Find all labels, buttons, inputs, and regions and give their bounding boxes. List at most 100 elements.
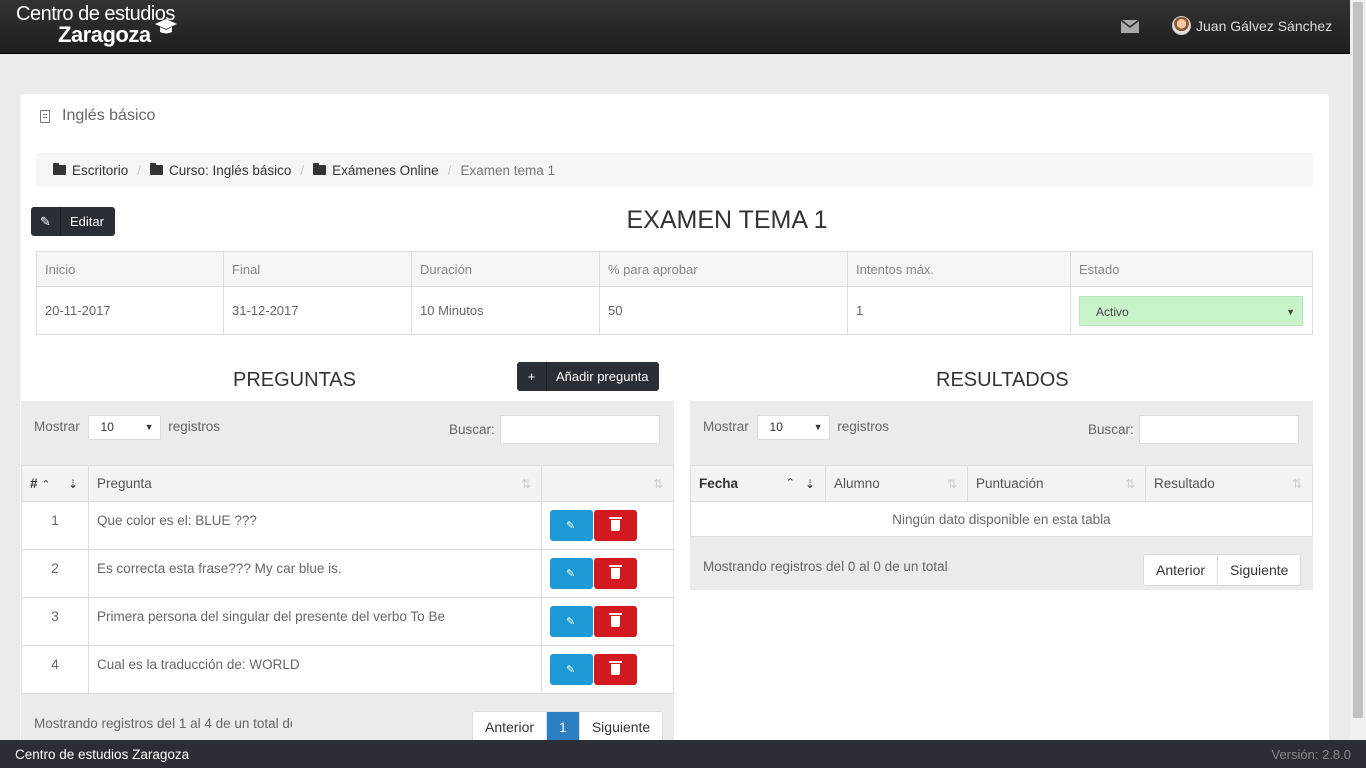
results-search-input[interactable] <box>1139 415 1299 444</box>
value-final: 31-12-2017 <box>223 286 412 335</box>
col-inicio: Inicio <box>36 251 224 287</box>
value-inicio: 20-11-2017 <box>36 286 224 335</box>
trash-icon <box>609 565 622 579</box>
edit-question-button[interactable]: ✎ <box>550 654 593 685</box>
next-page-button[interactable]: Siguiente <box>1218 555 1300 585</box>
edit-question-button[interactable]: ✎ <box>550 606 593 637</box>
table-row: 4 Cual es la traducción de: WORLD ✎ <box>21 645 674 694</box>
value-intentos: 1 <box>847 286 1071 335</box>
header-puntuacion[interactable]: Puntuación ⇅ <box>967 465 1146 502</box>
questions-search-label: Buscar: <box>449 422 495 437</box>
questions-table: # ⌃ ⇣ Pregunta ⇅ ⇅ 1 Que color es el: BLUE… <box>21 465 674 694</box>
user-name: Juan Gálvez Sánchez <box>1196 17 1333 34</box>
breadcrumb-curso[interactable]: Curso: Inglés básico <box>150 163 291 178</box>
folder-icon <box>150 163 164 175</box>
table-row: 1 Que color es el: BLUE ??? ✎ <box>21 501 674 550</box>
question-text: Primera persona del singular del present… <box>88 597 542 646</box>
header-question[interactable]: Pregunta ⇅ <box>88 465 542 502</box>
page-1-button[interactable]: 1 <box>547 712 580 742</box>
show-label: Mostrar <box>703 419 749 435</box>
value-aprobar: 50 <box>599 286 848 335</box>
scrollbar[interactable] <box>1350 0 1366 740</box>
folder-icon <box>313 163 327 175</box>
records-label: registros <box>168 419 221 435</box>
questions-length: Mostrar 10 ▼ registros <box>34 415 220 440</box>
caret-down-icon: ▼ <box>144 422 154 432</box>
pencil-icon: ✎ <box>566 616 576 628</box>
next-page-button[interactable]: Siguiente <box>580 712 662 742</box>
col-aprobar: % para aprobar <box>599 251 848 287</box>
status-select[interactable]: Activo ▼ <box>1079 295 1303 326</box>
prev-page-button[interactable]: Anterior <box>473 712 548 742</box>
col-estado: Estado <box>1070 251 1313 287</box>
scrollbar-thumb[interactable] <box>1353 2 1363 718</box>
question-text: Es correcta esta frase??? My car blue is… <box>88 549 542 598</box>
header-resultado-label: Resultado <box>1154 476 1215 491</box>
mail-icon[interactable] <box>1121 20 1139 33</box>
delete-question-button[interactable] <box>594 510 637 541</box>
folder-icon <box>53 163 66 175</box>
results-page-size-select[interactable]: 10 ▼ <box>756 415 830 440</box>
sort-icon: ⇅ <box>946 477 957 491</box>
header-resultado[interactable]: Resultado ⇅ <box>1145 465 1313 502</box>
header-actions[interactable]: ⇅ <box>541 465 674 502</box>
document-icon <box>40 109 50 123</box>
prev-page-button[interactable]: Anterior <box>1144 555 1219 585</box>
header-fecha[interactable]: Fecha ⌃ ⇣ <box>690 465 826 502</box>
breadcrumb-examenes[interactable]: Exámenes Online <box>313 163 439 178</box>
delete-question-button[interactable] <box>594 558 637 589</box>
value-duracion: 10 Minutos <box>411 286 600 335</box>
exam-title: EXAMEN TEMA 1 <box>626 206 828 234</box>
questions-search-input[interactable] <box>500 415 660 444</box>
question-actions: ✎ <box>541 645 674 694</box>
page-size-value: 10 <box>100 420 114 434</box>
questions-info: Mostrando registros del 1 al 4 de un tot… <box>34 716 292 731</box>
sort-icon: ⇅ <box>1124 477 1135 491</box>
questions-title: PREGUNTAS <box>233 369 356 391</box>
logo[interactable]: Centro de estudios Zaragoza <box>16 4 177 46</box>
breadcrumb-escritorio[interactable]: Escritorio <box>53 163 128 178</box>
caret-down-icon: ▼ <box>1286 306 1295 317</box>
value-estado: Activo ▼ <box>1070 286 1313 335</box>
main-panel: Inglés básico Escritorio / Curso: Inglés… <box>20 94 1329 754</box>
results-length: Mostrar 10 ▼ registros <box>703 415 889 440</box>
question-text: Que color es el: BLUE ??? <box>88 501 542 550</box>
user-menu[interactable]: Juan Gálvez Sánchez <box>1172 16 1332 35</box>
sort-icon: ⇣ <box>804 477 815 491</box>
header-alumno[interactable]: Alumno ⇅ <box>825 465 968 502</box>
table-row: Ningún dato disponible en esta tabla <box>690 501 1313 537</box>
col-final: Final <box>223 251 412 287</box>
header-question-label: Pregunta <box>97 476 152 491</box>
questions-page-size-select[interactable]: 10 ▼ <box>87 415 161 440</box>
delete-question-button[interactable] <box>594 654 637 685</box>
header-alumno-label: Alumno <box>834 476 880 491</box>
results-pagination: Anterior Siguiente <box>1143 554 1302 586</box>
breadcrumb-label: Exámenes Online <box>332 162 439 178</box>
add-question-button[interactable]: + Añadir pregunta <box>517 362 659 391</box>
results-title: RESULTADOS <box>936 369 1069 391</box>
breadcrumb-label: Escritorio <box>72 162 129 178</box>
sort-icon: ⇅ <box>652 477 663 491</box>
pencil-icon: ✎ <box>566 664 576 676</box>
edit-question-button[interactable]: ✎ <box>550 558 593 589</box>
show-label: Mostrar <box>34 419 80 435</box>
breadcrumb-separator: / <box>137 162 142 178</box>
header-number[interactable]: # ⌃ ⇣ <box>21 465 89 502</box>
table-row: 2 Es correcta esta frase??? My car blue … <box>21 549 674 598</box>
question-actions: ✎ <box>541 549 674 598</box>
sort-icon: ⇅ <box>520 477 531 491</box>
sort-icon: ⇣ <box>67 477 78 491</box>
sort-asc-icon: ⌃ <box>41 479 51 491</box>
graduation-cap-icon <box>155 19 177 34</box>
question-text: Cual es la traducción de: WORLD <box>88 645 542 694</box>
status-value: Activo <box>1096 304 1129 319</box>
trash-icon <box>609 613 622 627</box>
question-number: 3 <box>21 597 89 646</box>
edit-question-button[interactable]: ✎ <box>550 510 593 541</box>
delete-question-button[interactable] <box>594 606 637 637</box>
empty-message: Ningún dato disponible en esta tabla <box>690 501 1313 537</box>
trash-icon <box>609 661 622 675</box>
panel-title: Inglés básico <box>40 107 155 125</box>
footer-version: Versión: 2.8.0 <box>1271 746 1352 762</box>
header-number-label: # <box>30 476 38 491</box>
